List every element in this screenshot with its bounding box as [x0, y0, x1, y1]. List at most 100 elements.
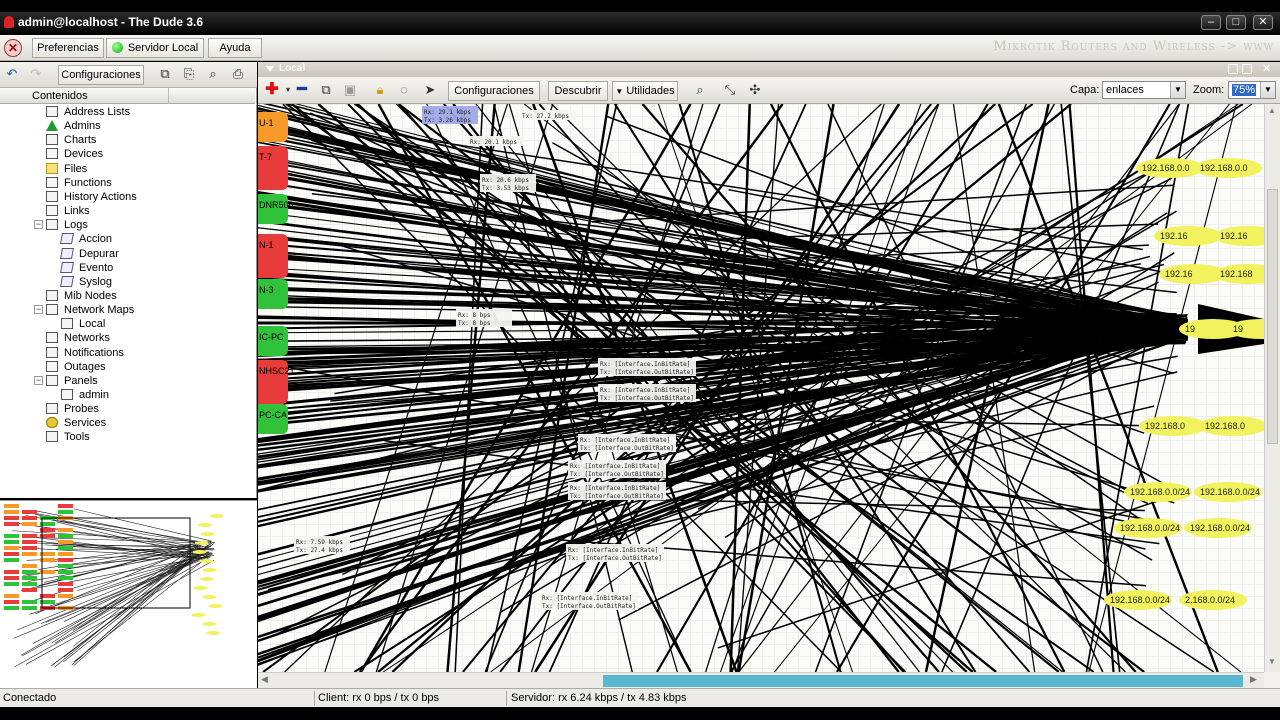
restore-icon[interactable] — [1242, 64, 1252, 74]
overview-device — [22, 570, 37, 574]
device-node: N-1 — [258, 234, 288, 278]
list-icon — [46, 332, 58, 344]
minimize-button[interactable]: – — [1201, 15, 1221, 30]
map-settings-button[interactable]: Configuraciones — [448, 81, 540, 101]
tree-item-label: Evento — [79, 261, 114, 274]
tree-item-address-lists[interactable]: Address Lists — [46, 105, 130, 119]
tree-item-tools[interactable]: Tools — [46, 430, 90, 444]
overview-device — [4, 570, 19, 574]
overview-link — [51, 551, 203, 666]
vertical-scrollbar[interactable]: ▲ ▼ — [1264, 104, 1280, 672]
tree-item-services[interactable]: Services — [46, 416, 106, 430]
link-label-text: Tx: 3.53 kbps — [482, 185, 529, 192]
tree-item-probes[interactable]: Probes — [46, 402, 99, 416]
tree-item-evento[interactable]: Evento — [60, 261, 114, 275]
lock-icon[interactable]: 🔒︎ — [370, 81, 390, 100]
remove-icon[interactable]: ━ — [292, 81, 312, 100]
tree-collapse-toggle[interactable]: − — [34, 220, 43, 230]
fit-icon[interactable]: ⤡ — [720, 81, 740, 100]
tree-item-mib-nodes[interactable]: Mib Nodes — [46, 289, 117, 303]
tree-item-files[interactable]: Files — [46, 162, 87, 176]
list-icon — [46, 360, 58, 372]
tree-item-depurar[interactable]: Depurar — [60, 247, 119, 261]
overview-device — [4, 510, 19, 514]
layer-select[interactable]: enlaces ▼ — [1102, 81, 1186, 99]
tree-item-local[interactable]: Local — [61, 317, 105, 331]
zoom-select[interactable]: 75% ▼ — [1228, 81, 1276, 99]
contents-settings-button[interactable]: Configuraciones — [58, 65, 144, 85]
utilities-chevron-down-icon: ▼ — [615, 87, 624, 96]
overview-device — [58, 552, 73, 556]
back-icon[interactable]: ↶ — [2, 65, 22, 84]
tree-item-links[interactable]: Links — [46, 204, 90, 218]
find-icon[interactable]: ⌕ — [203, 65, 223, 84]
forward-icon[interactable]: ↷ — [26, 65, 46, 84]
disconnect-icon[interactable]: ✕ — [4, 39, 22, 57]
list-icon — [46, 190, 58, 202]
overview-device — [58, 558, 73, 562]
preferences-button[interactable]: Preferencias — [32, 38, 104, 58]
overview-device — [22, 588, 37, 592]
tree-item-syslog[interactable]: Syslog — [60, 275, 113, 289]
link-label: Rx: 29.1 kbpsTx: 3.26 kbps — [422, 106, 478, 124]
menu-bar: ✕ Preferencias Servidor Local Ayuda Mikr… — [0, 35, 1280, 61]
tree-item-label: Files — [64, 162, 88, 175]
pointer-icon[interactable]: ➤ — [420, 81, 440, 100]
tree-item-network-maps[interactable]: Network Maps — [46, 303, 134, 317]
export-icon[interactable]: ⎘ — [179, 65, 199, 84]
tree-item-accion[interactable]: Accion — [60, 232, 112, 246]
server-status-icon — [111, 42, 123, 53]
utilities-button[interactable]: ▼ Utilidades — [612, 81, 678, 101]
discover-button[interactable]: Descubrir — [548, 81, 608, 101]
overview-device — [4, 540, 19, 544]
overview-device — [22, 540, 37, 544]
tree-item-devices[interactable]: Devices — [46, 147, 103, 161]
zoom-label: Zoom: — [1193, 84, 1225, 96]
tree-item-notifications[interactable]: Notifications — [46, 346, 124, 360]
overview-network — [198, 523, 213, 527]
lasso-icon[interactable]: ◌ — [394, 81, 414, 100]
tree-item-logs[interactable]: Logs — [46, 218, 88, 232]
binoculars-icon[interactable]: ⌕ — [690, 81, 710, 100]
link-label-text: Rx: [Interface.InBitRate] — [542, 595, 632, 602]
map-overview[interactable] — [0, 500, 257, 688]
network-map-canvas[interactable]: U-1 T-7 DNR500 N-1 N-3 IC-PC NHSC21 PC-CA 192.16… — [258, 104, 1264, 672]
link-label-text: Tx: 27.4 kbps — [296, 547, 343, 554]
tree-collapse-toggle[interactable]: − — [34, 375, 43, 385]
tree-item-label: Charts — [64, 134, 97, 147]
tree-item-admins[interactable]: Admins — [46, 119, 101, 133]
overview-network — [191, 613, 206, 617]
app-icon — [4, 16, 14, 28]
new-window-icon[interactable]: ⧉ — [155, 65, 175, 84]
horizontal-scrollbar[interactable]: ◀ ▶ — [258, 672, 1264, 688]
print-icon[interactable]: ⎙ — [228, 65, 248, 84]
tree-item-admin[interactable]: admin — [61, 388, 109, 402]
paste-icon[interactable]: ▣ — [340, 81, 360, 100]
link-label-text: Rx: 20.6 kbps — [482, 177, 529, 184]
local-server-button[interactable]: Servidor Local — [106, 38, 204, 58]
overview-network — [208, 604, 223, 608]
tree-item-functions[interactable]: Functions — [46, 176, 112, 190]
link-label: Rx: [Interface.InBitRate]Tx: [Interface.… — [568, 482, 666, 500]
tree-item-charts[interactable]: Charts — [46, 133, 96, 147]
tree-collapse-toggle[interactable]: − — [34, 305, 43, 315]
brand-banner: Mikrotik Routers and Wireless -> www — [993, 39, 1274, 54]
tile-icon[interactable] — [1228, 64, 1238, 74]
log-icon — [60, 247, 74, 259]
tree-item-label: Syslog — [79, 275, 113, 288]
tree-item-outages[interactable]: Outages — [46, 360, 106, 374]
list-icon — [46, 304, 58, 316]
close-button[interactable]: ✕ — [1253, 15, 1273, 30]
overview-device — [4, 534, 19, 538]
maximize-button[interactable]: □ — [1226, 15, 1246, 30]
tree-item-panels[interactable]: Panels — [46, 374, 98, 388]
help-button[interactable]: Ayuda — [208, 38, 262, 58]
overview-device — [22, 552, 37, 556]
map-close-icon[interactable]: ✕ — [1262, 62, 1271, 75]
overview-network — [209, 514, 224, 518]
auto-layout-icon[interactable]: ✣ — [745, 81, 765, 100]
map-window: Local ✕ ✚ ▾ ━ ⧉ ▣ 🔒︎ ◌ ➤ Configuraciones… — [258, 62, 1280, 688]
tree-item-history-actions[interactable]: History Actions — [46, 190, 137, 204]
copy-icon[interactable]: ⧉ — [316, 81, 336, 100]
tree-item-networks[interactable]: Networks — [46, 331, 110, 345]
